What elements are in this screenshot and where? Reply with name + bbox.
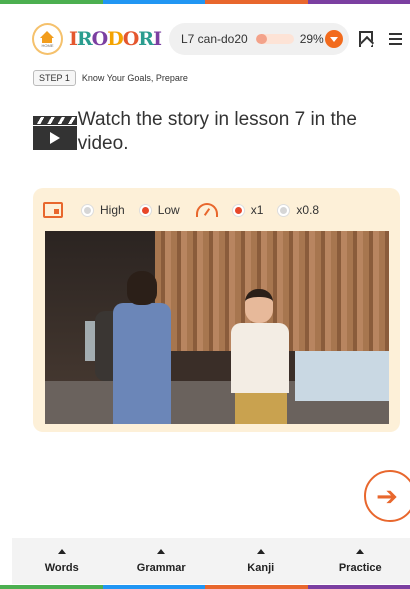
caret-up-icon (157, 548, 166, 554)
caret-up-icon (57, 548, 66, 554)
nav-kanji[interactable]: Kanji (211, 538, 311, 584)
video-card: High Low x1 x0.8 (33, 188, 400, 432)
instruction: Watch the story in lesson 7 in the video… (33, 108, 373, 156)
video-clapper-icon (33, 116, 77, 150)
progress-fill (255, 34, 267, 44)
progress-bar (255, 34, 294, 44)
quality-low-radio[interactable]: Low (138, 203, 180, 217)
home-button[interactable]: HOME (32, 23, 63, 55)
step-badge: STEP 1 (33, 70, 76, 86)
quality-high-radio[interactable]: High (81, 203, 125, 217)
step-label: Know Your Goals, Prepare (81, 73, 188, 83)
nav-practice[interactable]: Practice (311, 538, 410, 584)
video-quality-icon (43, 202, 63, 218)
instruction-text: Watch the story in lesson 7 in the video… (77, 109, 357, 154)
bookmark-icon[interactable] (358, 31, 373, 47)
caret-up-icon (356, 548, 365, 554)
rainbow-bar-bottom (0, 585, 410, 589)
bottom-nav: Words Grammar Kanji Practice (12, 538, 410, 584)
progress-percent: 29% (299, 32, 324, 46)
video-player[interactable] (45, 231, 389, 424)
speed-x0.8-radio[interactable]: x0.8 (277, 203, 319, 217)
nav-words[interactable]: Words (12, 538, 112, 584)
nav-grammar[interactable]: Grammar (112, 538, 212, 584)
menu-icon[interactable] (388, 33, 402, 45)
caret-up-icon (256, 548, 265, 554)
next-button[interactable]: ➔ (364, 470, 410, 522)
home-icon (40, 30, 55, 38)
arrow-right-icon: ➔ (376, 481, 398, 511)
irodori-logo: IRODORI (68, 28, 162, 50)
app-bar: HOME IRODORI L7 can-do20 29% (32, 20, 402, 58)
speed-x1-radio[interactable]: x1 (231, 203, 263, 217)
video-frame-person (95, 271, 175, 424)
speedometer-icon (195, 203, 218, 217)
lesson-progress-selector[interactable]: L7 can-do20 29% (168, 23, 349, 55)
lesson-label: L7 can-do20 (180, 32, 248, 46)
home-label: HOME (41, 42, 54, 48)
video-controls: High Low x1 x0.8 (43, 202, 333, 218)
rainbow-bar-top (0, 0, 410, 4)
step-indicator: STEP 1 Know Your Goals, Prepare (33, 70, 188, 86)
chevron-down-icon[interactable] (324, 30, 343, 48)
video-frame-person (225, 289, 295, 424)
